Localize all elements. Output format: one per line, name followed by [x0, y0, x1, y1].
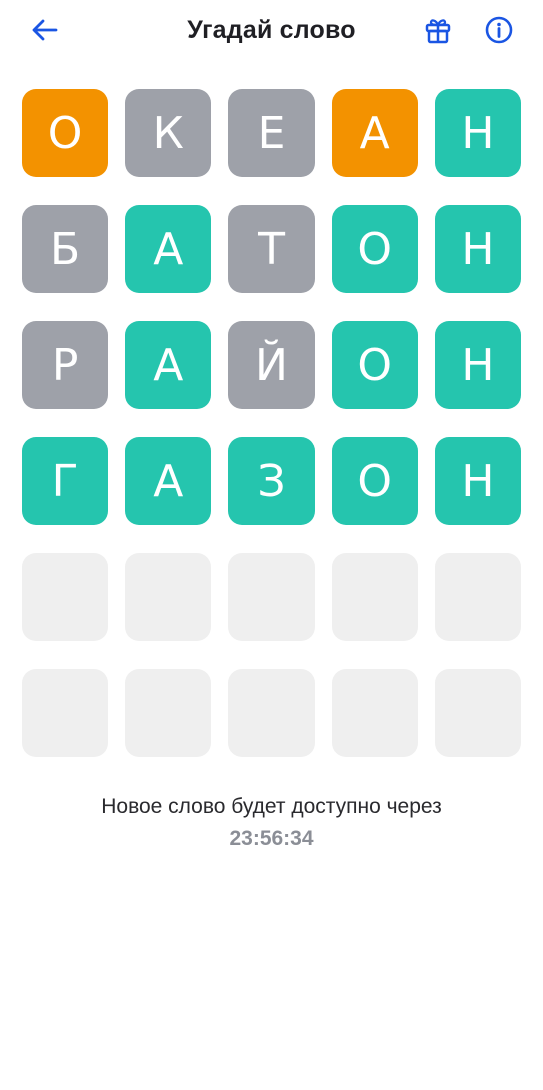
board-row: ГАЗОН	[22, 437, 522, 525]
info-icon	[484, 15, 514, 50]
empty-tile	[331, 669, 418, 757]
letter-tile-correct: А	[125, 205, 212, 293]
gift-button[interactable]	[420, 14, 456, 50]
letter-tile-absent: К	[125, 89, 212, 177]
letter-tile-absent: Т	[228, 205, 315, 293]
game-screen: Угадай слово ОКЕАНБАТОНРАЙОНГАЗОН Новое …	[0, 0, 543, 1090]
letter-tile-absent: Р	[22, 321, 109, 409]
info-button[interactable]	[481, 14, 517, 50]
gift-icon	[423, 15, 453, 50]
letter-tile-correct: Г	[22, 437, 109, 525]
empty-tile	[434, 553, 522, 641]
empty-tile	[125, 669, 212, 757]
page-title: Угадай слово	[187, 16, 356, 44]
empty-tile	[228, 669, 315, 757]
empty-tile	[125, 553, 212, 641]
letter-tile-absent: Е	[228, 89, 315, 177]
letter-tile-correct: О	[331, 437, 418, 525]
letter-tile-correct: Н	[434, 89, 522, 177]
letter-tile-present: О	[22, 89, 109, 177]
countdown-timer: 23:56:34	[229, 827, 314, 850]
letter-tile-correct: О	[331, 205, 418, 293]
header: Угадай слово	[0, 0, 543, 64]
board-row	[22, 669, 522, 757]
board-row: РАЙОН	[22, 321, 522, 409]
letter-tile-present: А	[331, 89, 418, 177]
board-row	[22, 553, 522, 641]
letter-tile-correct: А	[125, 437, 212, 525]
letter-tile-correct: О	[331, 321, 418, 409]
empty-tile	[331, 553, 418, 641]
letter-tile-correct: Н	[434, 437, 522, 525]
letter-tile-correct: З	[228, 437, 315, 525]
empty-tile	[22, 669, 109, 757]
empty-tile	[228, 553, 315, 641]
next-word-message: Новое слово будет доступно через	[101, 795, 442, 818]
empty-tile	[22, 553, 109, 641]
letter-tile-absent: Б	[22, 205, 109, 293]
letter-tile-correct: Н	[434, 321, 522, 409]
letter-tile-correct: А	[125, 321, 212, 409]
letter-tile-correct: Н	[434, 205, 522, 293]
board-row: БАТОН	[22, 205, 522, 293]
board-row: ОКЕАН	[22, 89, 522, 177]
letter-tile-absent: Й	[228, 321, 315, 409]
empty-tile	[434, 669, 522, 757]
game-board: ОКЕАНБАТОНРАЙОНГАЗОН	[22, 89, 522, 785]
